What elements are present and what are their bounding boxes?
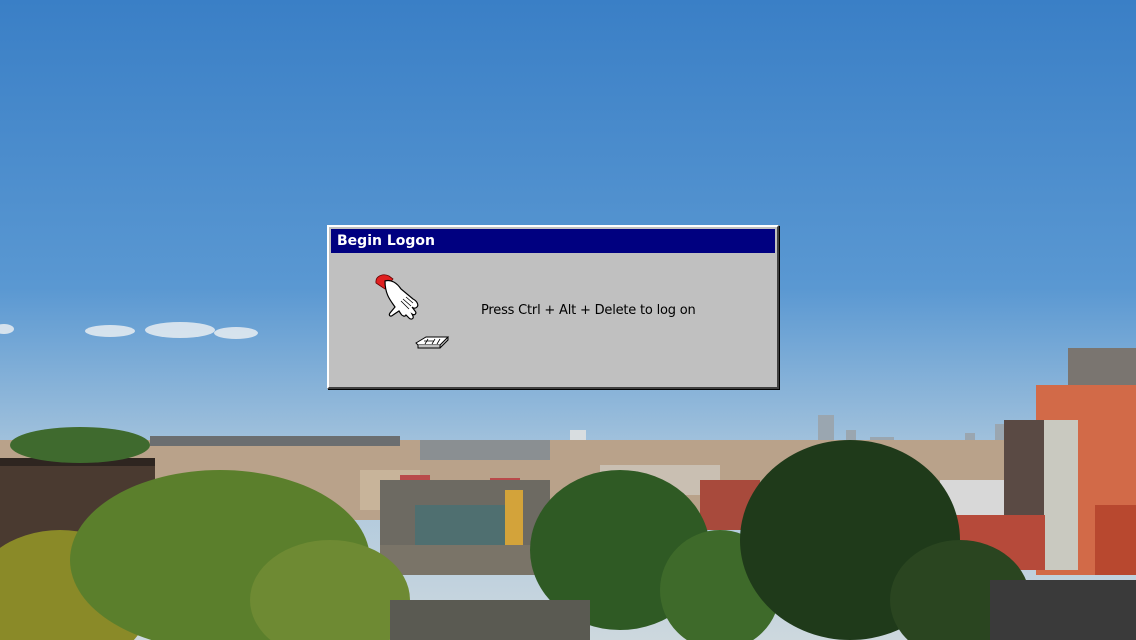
logon-dialog: Begin Logon Press Ctrl + Alt + Delete to… [327, 225, 779, 389]
dialog-title: Begin Logon [337, 233, 435, 249]
dialog-title-bar: Begin Logon [331, 229, 775, 253]
hand-pressing-keys-icon [375, 274, 419, 320]
ground [390, 600, 590, 640]
keyboard-keys-icon [415, 336, 450, 349]
logon-instruction-text: Press Ctrl + Alt + Delete to log on [481, 303, 696, 318]
